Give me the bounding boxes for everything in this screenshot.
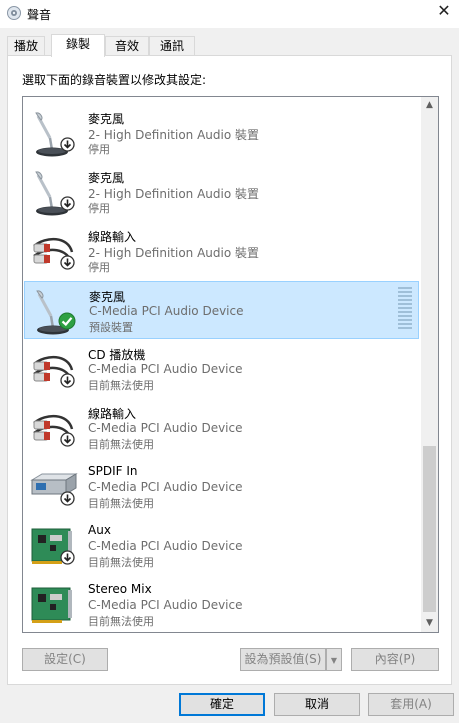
- device-status: 停用: [88, 202, 110, 215]
- disabled-arrow-icon: [60, 196, 75, 211]
- vertical-scrollbar[interactable]: ▲ ▼: [421, 97, 438, 632]
- disabled-arrow-icon: [60, 491, 75, 506]
- tab-playback[interactable]: 播放: [7, 36, 45, 56]
- device-row[interactable]: 麥克風 2- High Definition Audio 裝置 停用: [24, 163, 419, 221]
- ok-button[interactable]: 確定: [179, 693, 265, 716]
- device-description: 2- High Definition Audio 裝置: [88, 246, 260, 260]
- level-meter: [398, 287, 412, 331]
- recording-panel: 選取下面的錄音裝置以修改其設定: 麥克風 2- High Definition A…: [7, 55, 452, 685]
- device-row[interactable]: 線路輸入 2- High Definition Audio 裝置 停用: [24, 222, 419, 280]
- chevron-up-icon: ▲: [426, 100, 433, 110]
- disabled-arrow-icon: [60, 255, 75, 270]
- tab-sounds[interactable]: 音效: [105, 36, 149, 56]
- device-status: 目前無法使用: [88, 379, 154, 392]
- chevron-down-icon: ▼: [426, 618, 433, 628]
- scroll-down-button[interactable]: ▼: [421, 615, 438, 632]
- disabled-arrow-icon: [60, 550, 75, 565]
- cancel-button[interactable]: 取消: [274, 693, 360, 716]
- disabled-arrow-icon: [60, 373, 75, 388]
- device-name: 麥克風: [89, 290, 126, 304]
- tab-recording[interactable]: 錄製: [51, 34, 105, 57]
- device-description: C-Media PCI Audio Device: [88, 421, 243, 435]
- device-list[interactable]: 麥克風 2- High Definition Audio 裝置 停用 麥克風 2- Hi…: [22, 96, 439, 633]
- scroll-up-button[interactable]: ▲: [421, 97, 438, 114]
- device-row[interactable]: Stereo Mix C-Media PCI Audio Device 目前無法使用: [24, 576, 419, 632]
- instruction-text: 選取下面的錄音裝置以修改其設定:: [22, 73, 207, 87]
- default-check-icon: [58, 312, 76, 330]
- device-description: C-Media PCI Audio Device: [88, 362, 243, 376]
- device-status: 目前無法使用: [88, 497, 154, 510]
- device-status: 停用: [88, 143, 110, 156]
- device-status: 停用: [88, 261, 110, 274]
- device-description: C-Media PCI Audio Device: [89, 304, 244, 318]
- device-name: CD 播放機: [88, 348, 146, 362]
- device-row[interactable]: 線路輸入 C-Media PCI Audio Device 目前無法使用: [24, 399, 419, 457]
- sound-card-icon: [28, 523, 78, 573]
- close-button[interactable]: ✕: [429, 0, 459, 24]
- device-name: 線路輸入: [88, 230, 137, 244]
- microphone-icon: [28, 110, 78, 160]
- device-status: 目前無法使用: [88, 615, 154, 628]
- set-default-button[interactable]: 設為預設值(S): [240, 648, 326, 671]
- device-name: 線路輸入: [88, 407, 137, 421]
- device-row[interactable]: Aux C-Media PCI Audio Device 目前無法使用: [24, 517, 419, 575]
- window-title: 聲音: [27, 8, 52, 22]
- apply-button[interactable]: 套用(A): [368, 693, 454, 716]
- device-name: Stereo Mix: [88, 582, 152, 596]
- close-icon: ✕: [437, 1, 451, 20]
- sound-card-icon: [28, 582, 78, 632]
- speaker-icon: [7, 6, 21, 20]
- device-description: 2- High Definition Audio 裝置: [88, 187, 260, 201]
- tab-communications[interactable]: 通訊: [149, 36, 195, 56]
- device-description: C-Media PCI Audio Device: [88, 480, 243, 494]
- device-name: 麥克風: [88, 171, 125, 185]
- device-description: C-Media PCI Audio Device: [88, 539, 243, 553]
- device-name: Aux: [88, 523, 111, 537]
- configure-button[interactable]: 設定(C): [22, 648, 108, 671]
- device-row[interactable]: 麥克風 C-Media PCI Audio Device 預設裝置: [24, 281, 419, 339]
- chevron-down-icon: ▼: [330, 656, 338, 665]
- device-status: 目前無法使用: [88, 556, 154, 569]
- device-status: 預設裝置: [89, 321, 133, 334]
- device-status: 目前無法使用: [88, 438, 154, 451]
- rca-cable-icon: [28, 228, 78, 278]
- device-name: 麥克風: [88, 112, 125, 126]
- title-bar: 聲音 ✕: [0, 0, 459, 28]
- set-default-dropdown[interactable]: ▼: [326, 648, 342, 671]
- device-description: 2- High Definition Audio 裝置: [88, 128, 260, 142]
- disabled-arrow-icon: [60, 432, 75, 447]
- spdif-device-icon: [28, 464, 78, 514]
- device-name: SPDIF In: [88, 464, 138, 478]
- device-row[interactable]: 麥克風 2- High Definition Audio 裝置 停用: [24, 104, 419, 162]
- device-description: C-Media PCI Audio Device: [88, 598, 243, 612]
- rca-cable-icon: [28, 346, 78, 396]
- device-row[interactable]: SPDIF In C-Media PCI Audio Device 目前無法使用: [24, 458, 419, 516]
- device-row[interactable]: CD 播放機 C-Media PCI Audio Device 目前無法使用: [24, 340, 419, 398]
- microphone-icon: [28, 169, 78, 219]
- disabled-arrow-icon: [60, 137, 75, 152]
- properties-button[interactable]: 內容(P): [351, 648, 439, 671]
- scroll-thumb[interactable]: [423, 446, 436, 612]
- rca-cable-icon: [28, 405, 78, 455]
